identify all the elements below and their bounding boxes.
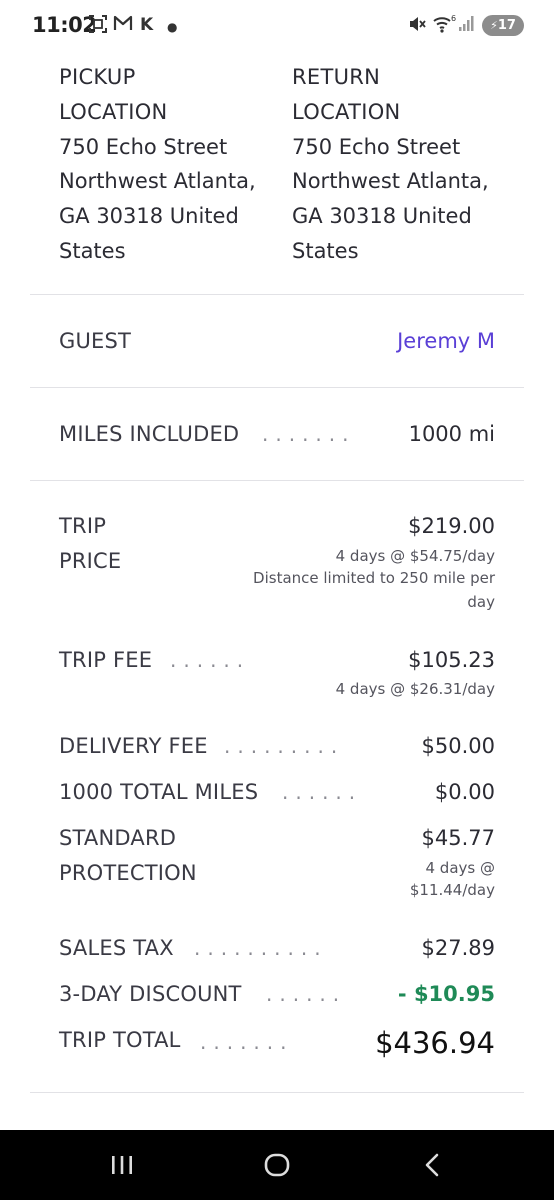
battery-level: 17 — [497, 18, 516, 33]
leader-dots: ...... — [170, 648, 251, 672]
pickup-address-line: GA 30318 United — [59, 204, 239, 229]
k-icon: K — [140, 15, 154, 35]
leader-dots: ...... — [282, 780, 363, 804]
sales-tax-label: SALES TAX — [59, 936, 174, 960]
total-miles-value: $0.00 — [434, 780, 495, 804]
charging-bolt-icon: ⚡ — [490, 19, 498, 32]
system-nav-bar — [0, 1130, 554, 1200]
scan-icon — [88, 14, 108, 40]
mute-icon — [407, 14, 427, 40]
trip-price-distance-note-cont: day — [467, 593, 495, 611]
guest-name-link[interactable]: Jeremy M — [397, 329, 495, 353]
protection-label-line2: PROTECTION — [59, 861, 197, 885]
signal-icon — [458, 14, 476, 38]
return-address-line: Northwest Atlanta, — [292, 169, 489, 194]
protection-value: $45.77 — [421, 826, 495, 850]
clock: 11:02 — [32, 13, 97, 37]
divider — [30, 480, 524, 481]
divider — [30, 294, 524, 295]
svg-text:6: 6 — [451, 14, 456, 23]
discount-label: 3-DAY DISCOUNT — [59, 982, 242, 1006]
sales-tax-value: $27.89 — [421, 936, 495, 960]
miles-included-label: MILES INCLUDED — [59, 422, 240, 446]
leader-dots: ......... — [224, 734, 345, 758]
trip-price-distance-note: Distance limited to 250 mile per — [253, 569, 495, 587]
trip-fee-detail: 4 days @ $26.31/day — [335, 680, 495, 698]
protection-label-line1: STANDARD — [59, 826, 177, 850]
pickup-address-line: 750 Echo Street — [59, 134, 228, 159]
pickup-address-line: States — [59, 238, 126, 263]
divider — [30, 387, 524, 388]
leader-dots: ...... — [266, 982, 347, 1006]
return-address-line: GA 30318 United — [292, 204, 472, 229]
delivery-fee-label: DELIVERY FEE — [59, 734, 208, 758]
back-icon[interactable] — [412, 1148, 452, 1182]
trip-total-value: $436.94 — [375, 1026, 495, 1060]
protection-detail-line2: $11.44/day — [409, 881, 495, 899]
trip-price-value: $219.00 — [408, 514, 495, 538]
pickup-label-line2: LOCATION — [59, 99, 168, 124]
discount-value: - $10.95 — [397, 982, 495, 1006]
trip-details: PICKUP LOCATION 750 Echo Street Northwes… — [0, 52, 554, 1130]
leader-dots: ....... — [200, 1030, 294, 1054]
status-bar: 11:02 K ● 6 ⚡17 — [0, 0, 554, 52]
trip-fee-value: $105.23 — [408, 648, 495, 672]
leader-dots: .......... — [194, 936, 328, 960]
pickup-address-line: Northwest Atlanta, — [59, 169, 256, 194]
total-miles-label: 1000 TOTAL MILES — [59, 780, 259, 804]
leader-dots: ....... — [262, 422, 356, 446]
trip-price-label-line1: TRIP — [59, 514, 107, 538]
return-location: RETURN LOCATION 750 Echo Street Northwes… — [292, 60, 502, 269]
return-label-line2: LOCATION — [292, 99, 401, 124]
protection-detail-line1: 4 days @ — [425, 859, 496, 877]
trip-fee-label: TRIP FEE — [59, 648, 153, 672]
gmail-icon — [113, 14, 133, 38]
trip-price-label-line2: PRICE — [59, 549, 122, 573]
dot-icon: ● — [167, 20, 178, 34]
return-label-line1: RETURN — [292, 65, 381, 89]
recent-apps-icon[interactable] — [102, 1148, 142, 1182]
wifi-6-icon: 6 — [432, 14, 456, 40]
divider — [30, 1092, 524, 1093]
guest-label: GUEST — [59, 329, 132, 353]
delivery-fee-value: $50.00 — [421, 734, 495, 758]
miles-included-value: 1000 mi — [408, 422, 495, 446]
trip-total-label: TRIP TOTAL — [59, 1028, 181, 1052]
pickup-location: PICKUP LOCATION 750 Echo Street Northwes… — [59, 60, 269, 269]
trip-price-detail: 4 days @ $54.75/day — [335, 547, 495, 565]
return-address-line: States — [292, 238, 359, 263]
return-address-line: 750 Echo Street — [292, 134, 461, 159]
pickup-label-line1: PICKUP — [59, 65, 136, 89]
home-icon[interactable] — [257, 1148, 297, 1182]
battery-indicator: ⚡17 — [482, 15, 524, 36]
